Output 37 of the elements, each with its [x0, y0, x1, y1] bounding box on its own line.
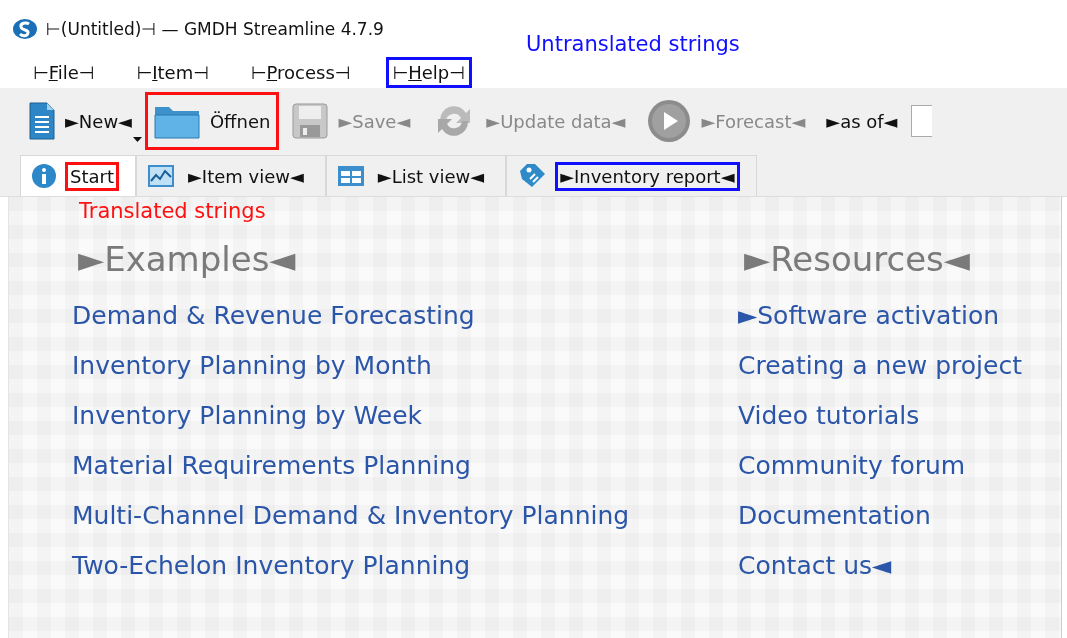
app-logo-icon — [12, 18, 38, 40]
link[interactable]: Documentation — [738, 501, 931, 551]
tab[interactable]: ►List view◄ — [325, 155, 507, 196]
link[interactable]: Community forum — [738, 451, 966, 501]
tab[interactable]: Start — [20, 155, 136, 196]
menu-item[interactable]: ⊢Help⊣ — [385, 56, 472, 88]
link[interactable]: Video tutorials — [738, 401, 920, 451]
menu-item[interactable]: ⊢Process⊣ — [243, 56, 358, 88]
link[interactable]: Two-Echelon Inventory Planning — [72, 551, 471, 601]
line-chart-icon — [147, 164, 175, 188]
toolbar-button[interactable]: Öffnen — [144, 92, 280, 150]
link[interactable]: ►Software activation — [738, 301, 1000, 351]
tab-label: Start — [65, 161, 119, 191]
tab[interactable]: ►Item view◄ — [136, 155, 326, 196]
link[interactable]: Creating a new project — [738, 351, 1022, 401]
section-heading: ►Examples◄ — [78, 239, 297, 281]
tab-label: ►Inventory report◄ — [555, 161, 740, 191]
window-title: ⊢(Untitled)⊣ — GMDH Streamline 4.7.9 — [46, 19, 384, 39]
table-icon — [336, 165, 365, 187]
menu-item[interactable]: ⊢Item⊣ — [129, 56, 216, 88]
annotation-label: Untranslated strings — [526, 32, 740, 56]
tab[interactable]: ►Inventory report◄ — [506, 155, 757, 196]
document-icon — [29, 102, 55, 140]
play-icon — [647, 99, 692, 143]
section-heading: ►Resources◄ — [744, 239, 971, 281]
info-icon — [31, 163, 57, 189]
link[interactable]: Material Requirements Planning — [72, 451, 471, 501]
date-field[interactable] — [911, 105, 933, 137]
link[interactable]: Multi-Channel Demand & Inventory Planning — [72, 501, 630, 551]
link[interactable]: Inventory Planning by Month — [72, 351, 432, 401]
menu-item[interactable]: ⊢File⊣ — [26, 56, 102, 88]
link[interactable]: Inventory Planning by Week — [72, 401, 423, 451]
link[interactable]: Demand & Revenue Forecasting — [72, 301, 475, 351]
toolbar-label: ►as of◄ — [826, 110, 898, 132]
toolbar-button[interactable]: ►New◄ — [20, 91, 141, 151]
annotation-label: Translated strings — [79, 199, 266, 225]
link[interactable]: Contact us◄ — [738, 551, 892, 601]
